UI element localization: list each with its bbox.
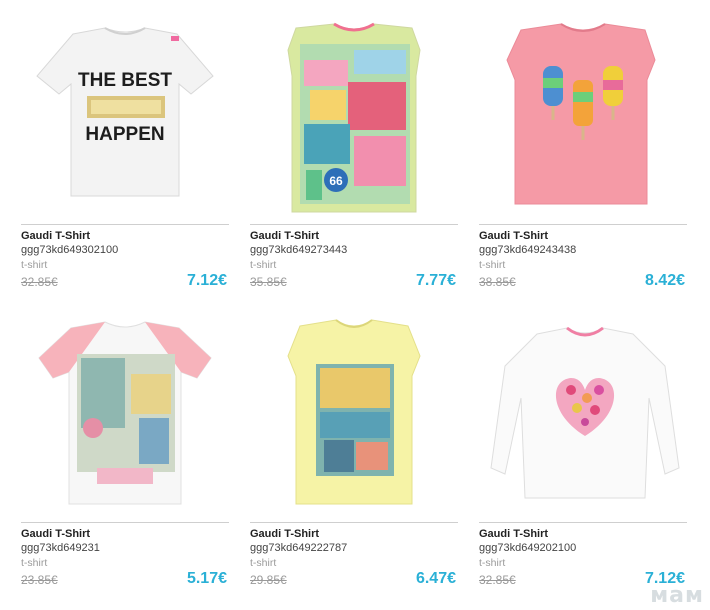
old-price: 38.85€ [479,275,516,289]
product-card[interactable]: Gaudi T-Shirt ggg73kd649202100 t-shirt 3… [479,318,687,589]
card-divider [21,224,229,225]
site-watermark: мам [650,583,704,608]
price-row: 29.85€ 6.47€ [250,570,458,589]
product-sku: ggg73kd649302100 [21,244,119,256]
product-title[interactable]: Gaudi T-Shirt [479,229,687,243]
card-divider [479,522,687,523]
print-text-bottom: HAPPEN [85,124,164,145]
card-divider [250,522,458,523]
card-divider [21,522,229,523]
product-image[interactable] [250,318,458,516]
product-grid: THE BEST HAPPEN Gaudi T-Shirt ggg73kd649… [0,0,710,610]
product-title[interactable]: Gaudi T-Shirt [479,527,687,541]
tshirt-pink-illustration [506,23,656,205]
product-card[interactable]: 66 Gaudi T-Shirt ggg73kd649273443 t-shir… [250,20,458,291]
sale-price: 7.12€ [186,272,227,289]
old-price: 29.85€ [250,573,287,587]
product-card[interactable]: Gaudi T-Shirt ggg73kd649243438 t-shirt 3… [479,20,687,291]
product-image[interactable]: THE BEST HAPPEN [21,20,229,218]
product-sku: ggg73kd649273443 [250,244,348,256]
product-image[interactable] [479,20,687,218]
product-image[interactable] [479,318,687,516]
product-card[interactable]: THE BEST HAPPEN Gaudi T-Shirt ggg73kd649… [21,20,229,291]
product-title[interactable]: Gaudi T-Shirt [21,229,229,243]
product-sku: ggg73kd649202100 [479,542,577,554]
card-divider [479,224,687,225]
product-card[interactable]: Gaudi T-Shirt ggg73kd649222787 t-shirt 2… [250,318,458,589]
tshirt-white-pink-sleeves-illustration [38,321,212,505]
product-sku: ggg73kd649231 [21,542,100,554]
old-price: 23.85€ [21,573,58,587]
sale-price: 5.17€ [186,570,227,587]
sale-price: 7.77€ [415,272,456,289]
product-title[interactable]: Gaudi T-Shirt [250,229,458,243]
old-price: 32.85€ [479,573,516,587]
svg-text:66: 66 [329,174,343,188]
tshirt-printed-illustration: 66 [287,22,421,213]
sale-price: 6.47€ [415,570,456,587]
product-image[interactable] [21,318,229,516]
tshirt-yellow-illustration [287,319,421,505]
price-row: 35.85€ 7.77€ [250,272,458,291]
longsleeve-white-illustration [490,326,680,499]
price-row: 32.85€ 7.12€ [21,272,229,291]
print-text-top: THE BEST [78,70,172,91]
product-title[interactable]: Gaudi T-Shirt [250,527,458,541]
old-price: 32.85€ [21,275,58,289]
product-image[interactable]: 66 [250,20,458,218]
product-card[interactable]: Gaudi T-Shirt ggg73kd649231 t-shirt 23.8… [21,318,229,589]
product-title[interactable]: Gaudi T-Shirt [21,527,229,541]
tshirt-white-illustration: THE BEST HAPPEN [36,27,214,197]
price-row: 38.85€ 8.42€ [479,272,687,291]
sale-price: 8.42€ [644,272,685,289]
price-row: 23.85€ 5.17€ [21,570,229,589]
old-price: 35.85€ [250,275,287,289]
product-sku: ggg73kd649243438 [479,244,577,256]
card-divider [250,224,458,225]
product-sku: ggg73kd649222787 [250,542,348,554]
